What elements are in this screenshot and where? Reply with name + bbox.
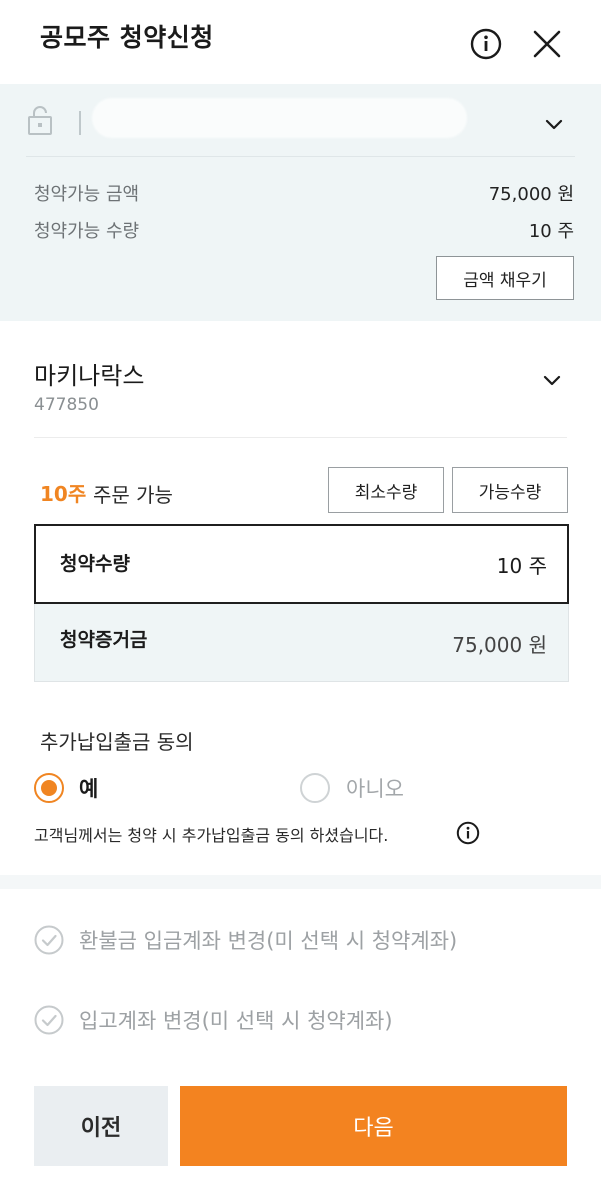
deposit-label: 청약증거금	[60, 629, 148, 651]
orderable-text: 주문 가능	[93, 483, 173, 507]
deposit-account-option[interactable]: 입고계좌 변경(미 선택 시 청약계좌)	[79, 1005, 393, 1035]
info-circle-icon[interactable]	[456, 821, 480, 845]
lock-icon	[26, 104, 54, 136]
radio-yes-label[interactable]: 예	[79, 773, 98, 803]
quantity-label: 청약수량	[60, 553, 130, 575]
consent-title: 추가납입출금 동의	[40, 730, 194, 754]
account-number-masked[interactable]	[92, 98, 467, 138]
fill-amount-button[interactable]: 금액 채우기	[436, 256, 574, 300]
divider	[26, 156, 575, 157]
chevron-down-icon[interactable]	[542, 112, 566, 136]
min-quantity-button[interactable]: 최소수량	[328, 467, 444, 513]
radio-yes[interactable]	[34, 773, 64, 803]
section-divider	[0, 875, 601, 889]
max-quantity-button[interactable]: 가능수량	[452, 467, 568, 513]
available-quantity-label: 청약가능 수량	[34, 221, 140, 242]
close-icon[interactable]	[530, 27, 564, 61]
available-amount-value: 75,000 원	[488, 184, 574, 205]
account-divider	[79, 111, 81, 135]
available-quantity-value: 10 주	[528, 221, 574, 242]
chevron-down-icon[interactable]	[540, 368, 564, 392]
stock-code: 477850	[34, 395, 99, 415]
radio-selected-dot	[41, 780, 57, 796]
divider	[34, 437, 567, 438]
check-circle-icon[interactable]	[34, 1005, 64, 1035]
quantity-value[interactable]: 10 주	[380, 550, 547, 579]
stock-name: 마키나락스	[34, 362, 145, 390]
available-amount-label: 청약가능 금액	[34, 184, 140, 205]
consent-note: 고객님께서는 청약 시 추가납입출금 동의 하셨습니다.	[34, 826, 389, 845]
refund-account-option[interactable]: 환불금 입금계좌 변경(미 선택 시 청약계좌)	[79, 925, 457, 955]
orderable-quantity: 10주	[40, 482, 87, 506]
check-circle-icon[interactable]	[34, 925, 64, 955]
info-circle-icon[interactable]	[470, 28, 502, 60]
radio-no-label[interactable]: 아니오	[346, 773, 404, 803]
radio-no[interactable]	[300, 773, 330, 803]
page-title: 공모주 청약신청	[40, 23, 214, 52]
prev-button[interactable]: 이전	[34, 1086, 168, 1166]
next-button[interactable]: 다음	[180, 1086, 567, 1166]
deposit-value: 75,000 원	[452, 633, 547, 657]
